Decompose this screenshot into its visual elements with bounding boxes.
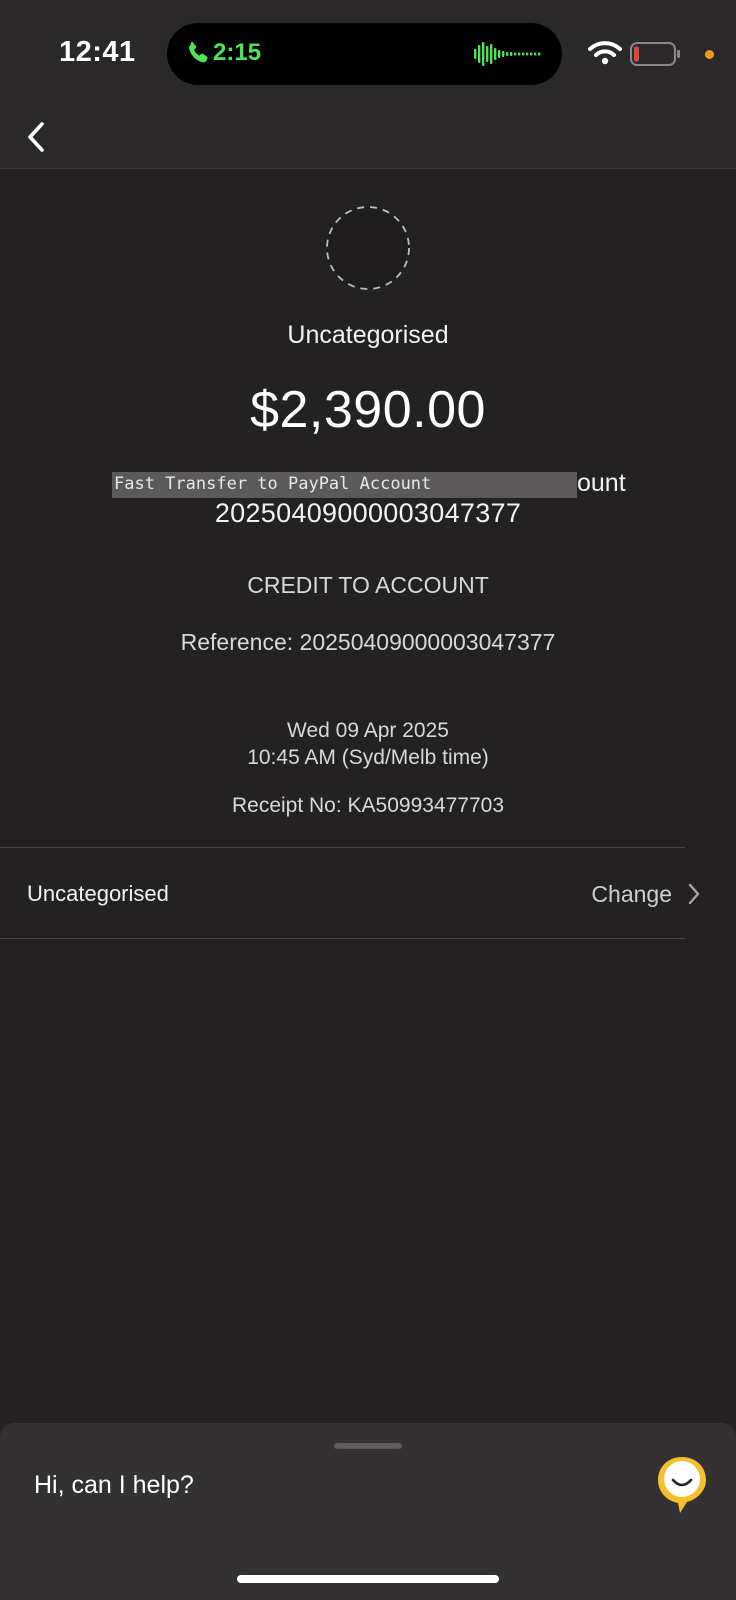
sheet-handle[interactable] [334,1443,402,1449]
category-row-label: Uncategorised [27,881,169,906]
chevron-right-icon [688,883,700,905]
status-bar: 12:41 2:15 [0,0,736,108]
mic-indicator-dot [705,50,714,59]
change-category-button[interactable]: Change [591,881,672,908]
phone-icon [189,41,208,63]
dashed-circle-icon [326,206,410,290]
transaction-description: Fast Transfer to PayPal Account ount [112,469,626,500]
transaction-date: Wed 09 Apr 2025 [287,719,449,742]
help-sheet[interactable]: Hi, can I help? [0,1423,736,1600]
transaction-reference: Reference: 20250409000003047377 [180,629,556,655]
category-row[interactable]: Uncategorised Change [0,848,736,938]
back-button[interactable] [14,110,64,166]
dynamic-island-call[interactable]: 2:15 [167,23,562,85]
description-tail: ount [577,469,626,497]
nav-bar [0,108,736,169]
chat-assistant-icon[interactable] [656,1455,708,1515]
transaction-type: CREDIT TO ACCOUNT [247,572,489,598]
transaction-amount: $2,390.00 [250,381,486,439]
divider-bottom [0,938,685,939]
wifi-icon [588,41,622,65]
battery-icon [630,42,680,66]
receipt-number: Receipt No: KA50993477703 [231,794,505,817]
help-prompt[interactable]: Hi, can I help? [34,1471,194,1500]
transaction-id: 20250409000003047377 [214,498,522,528]
home-indicator[interactable] [237,1575,499,1583]
category-name: Uncategorised [287,321,449,349]
transaction-time: 10:45 AM (Syd/Melb time) [247,746,489,769]
call-timer: 2:15 [213,39,262,66]
waveform-icon [474,42,541,66]
status-time: 12:41 [59,36,136,68]
description-text: Fast Transfer to PayPal Account [114,474,432,494]
